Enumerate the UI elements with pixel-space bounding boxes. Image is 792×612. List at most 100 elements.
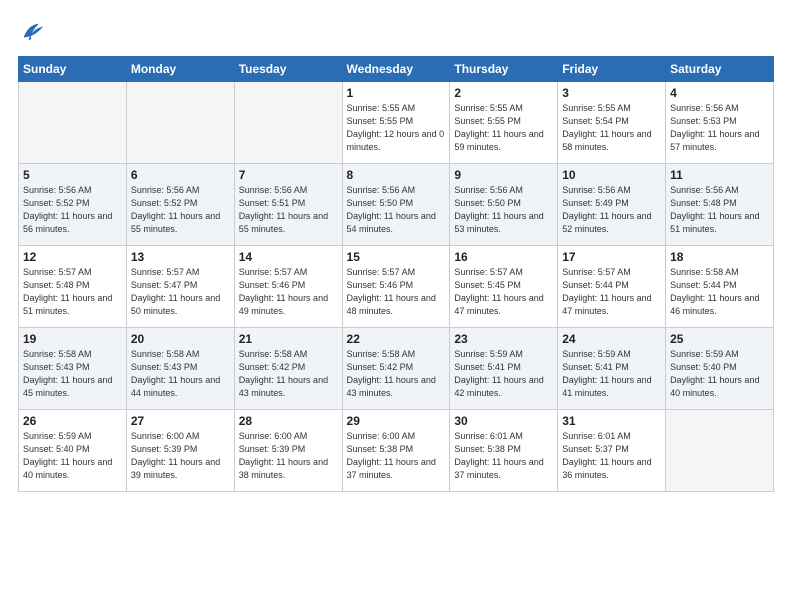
day-info: Sunrise: 5:55 AMSunset: 5:55 PMDaylight:… (347, 102, 446, 154)
day-info: Sunrise: 5:57 AMSunset: 5:47 PMDaylight:… (131, 266, 230, 318)
calendar-cell: 15 Sunrise: 5:57 AMSunset: 5:46 PMDayligh… (342, 246, 450, 328)
day-number: 20 (131, 332, 230, 346)
col-header-thursday: Thursday (450, 57, 558, 82)
calendar-cell: 23 Sunrise: 5:59 AMSunset: 5:41 PMDayligh… (450, 328, 558, 410)
day-number: 29 (347, 414, 446, 428)
day-info: Sunrise: 5:55 AMSunset: 5:54 PMDaylight:… (562, 102, 661, 154)
day-info: Sunrise: 5:59 AMSunset: 5:40 PMDaylight:… (670, 348, 769, 400)
day-number: 25 (670, 332, 769, 346)
calendar-cell: 18 Sunrise: 5:58 AMSunset: 5:44 PMDayligh… (666, 246, 774, 328)
day-info: Sunrise: 5:55 AMSunset: 5:55 PMDaylight:… (454, 102, 553, 154)
day-info: Sunrise: 5:56 AMSunset: 5:48 PMDaylight:… (670, 184, 769, 236)
calendar-cell: 14 Sunrise: 5:57 AMSunset: 5:46 PMDayligh… (234, 246, 342, 328)
calendar-cell: 31Sunrise: 6:01 AMSunset: 5:37 PMDayligh… (558, 410, 666, 492)
day-number: 14 (239, 250, 338, 264)
calendar-cell: 3 Sunrise: 5:55 AMSunset: 5:54 PMDaylight… (558, 82, 666, 164)
day-info: Sunrise: 6:01 AMSunset: 5:37 PMDaylight:… (562, 430, 661, 482)
calendar-cell: 2 Sunrise: 5:55 AMSunset: 5:55 PMDaylight… (450, 82, 558, 164)
calendar-cell: 7 Sunrise: 5:56 AMSunset: 5:51 PMDaylight… (234, 164, 342, 246)
day-info: Sunrise: 5:57 AMSunset: 5:45 PMDaylight:… (454, 266, 553, 318)
day-number: 16 (454, 250, 553, 264)
day-info: Sunrise: 5:59 AMSunset: 5:41 PMDaylight:… (454, 348, 553, 400)
day-info: Sunrise: 5:57 AMSunset: 5:46 PMDaylight:… (347, 266, 446, 318)
calendar-cell: 16 Sunrise: 5:57 AMSunset: 5:45 PMDayligh… (450, 246, 558, 328)
calendar-header-row: SundayMondayTuesdayWednesdayThursdayFrid… (19, 57, 774, 82)
calendar-cell: 9 Sunrise: 5:56 AMSunset: 5:50 PMDaylight… (450, 164, 558, 246)
day-number: 30 (454, 414, 553, 428)
day-info: Sunrise: 5:58 AMSunset: 5:42 PMDaylight:… (347, 348, 446, 400)
page-header (18, 18, 774, 46)
calendar-cell: 24 Sunrise: 5:59 AMSunset: 5:41 PMDayligh… (558, 328, 666, 410)
calendar-cell: 10Sunrise: 5:56 AMSunset: 5:49 PMDayligh… (558, 164, 666, 246)
day-info: Sunrise: 6:00 AMSunset: 5:39 PMDaylight:… (239, 430, 338, 482)
calendar-cell: 29Sunrise: 6:00 AMSunset: 5:38 PMDayligh… (342, 410, 450, 492)
day-info: Sunrise: 5:56 AMSunset: 5:51 PMDaylight:… (239, 184, 338, 236)
day-number: 21 (239, 332, 338, 346)
calendar-cell (19, 82, 127, 164)
day-number: 7 (239, 168, 338, 182)
calendar-week-5: 26 Sunrise: 5:59 AMSunset: 5:40 PMDayligh… (19, 410, 774, 492)
calendar-week-4: 19 Sunrise: 5:58 AMSunset: 5:43 PMDayligh… (19, 328, 774, 410)
day-number: 4 (670, 86, 769, 100)
calendar-cell: 19Sunrise: 5:58 AMSunset: 5:43 PMDayligh… (19, 328, 127, 410)
day-number: 9 (454, 168, 553, 182)
day-number: 26 (23, 414, 122, 428)
calendar-cell (126, 82, 234, 164)
calendar-cell (666, 410, 774, 492)
day-number: 15 (347, 250, 446, 264)
day-number: 3 (562, 86, 661, 100)
calendar-cell: 11 Sunrise: 5:56 AMSunset: 5:48 PMDayligh… (666, 164, 774, 246)
calendar-cell: 22Sunrise: 5:58 AMSunset: 5:42 PMDayligh… (342, 328, 450, 410)
calendar-cell: 6Sunrise: 5:56 AMSunset: 5:52 PMDaylight… (126, 164, 234, 246)
calendar-cell: 12 Sunrise: 5:57 AMSunset: 5:48 PMDayligh… (19, 246, 127, 328)
day-number: 11 (670, 168, 769, 182)
col-header-monday: Monday (126, 57, 234, 82)
day-number: 2 (454, 86, 553, 100)
day-number: 1 (347, 86, 446, 100)
calendar-table: SundayMondayTuesdayWednesdayThursdayFrid… (18, 56, 774, 492)
day-number: 27 (131, 414, 230, 428)
day-info: Sunrise: 6:00 AMSunset: 5:39 PMDaylight:… (131, 430, 230, 482)
day-number: 18 (670, 250, 769, 264)
calendar-cell: 13 Sunrise: 5:57 AMSunset: 5:47 PMDayligh… (126, 246, 234, 328)
day-info: Sunrise: 5:56 AMSunset: 5:53 PMDaylight:… (670, 102, 769, 154)
col-header-saturday: Saturday (666, 57, 774, 82)
day-info: Sunrise: 5:57 AMSunset: 5:46 PMDaylight:… (239, 266, 338, 318)
day-info: Sunrise: 5:59 AMSunset: 5:41 PMDaylight:… (562, 348, 661, 400)
calendar-cell: 1 Sunrise: 5:55 AMSunset: 5:55 PMDaylight… (342, 82, 450, 164)
day-info: Sunrise: 5:59 AMSunset: 5:40 PMDaylight:… (23, 430, 122, 482)
day-number: 23 (454, 332, 553, 346)
day-number: 10 (562, 168, 661, 182)
calendar-cell: 17 Sunrise: 5:57 AMSunset: 5:44 PMDayligh… (558, 246, 666, 328)
col-header-friday: Friday (558, 57, 666, 82)
day-number: 24 (562, 332, 661, 346)
day-number: 13 (131, 250, 230, 264)
day-info: Sunrise: 6:01 AMSunset: 5:38 PMDaylight:… (454, 430, 553, 482)
day-info: Sunrise: 5:56 AMSunset: 5:50 PMDaylight:… (347, 184, 446, 236)
day-number: 8 (347, 168, 446, 182)
day-number: 19 (23, 332, 122, 346)
day-number: 12 (23, 250, 122, 264)
day-info: Sunrise: 5:57 AMSunset: 5:44 PMDaylight:… (562, 266, 661, 318)
calendar-cell: 8 Sunrise: 5:56 AMSunset: 5:50 PMDaylight… (342, 164, 450, 246)
day-info: Sunrise: 5:58 AMSunset: 5:43 PMDaylight:… (131, 348, 230, 400)
day-info: Sunrise: 5:58 AMSunset: 5:44 PMDaylight:… (670, 266, 769, 318)
day-info: Sunrise: 5:57 AMSunset: 5:48 PMDaylight:… (23, 266, 122, 318)
calendar-cell: 27 Sunrise: 6:00 AMSunset: 5:39 PMDayligh… (126, 410, 234, 492)
col-header-sunday: Sunday (19, 57, 127, 82)
day-number: 5 (23, 168, 122, 182)
day-number: 17 (562, 250, 661, 264)
logo-icon (18, 18, 46, 46)
calendar-week-1: 1 Sunrise: 5:55 AMSunset: 5:55 PMDaylight… (19, 82, 774, 164)
calendar-cell: 26 Sunrise: 5:59 AMSunset: 5:40 PMDayligh… (19, 410, 127, 492)
day-info: Sunrise: 5:56 AMSunset: 5:52 PMDaylight:… (131, 184, 230, 236)
calendar-cell (234, 82, 342, 164)
calendar-cell: 21Sunrise: 5:58 AMSunset: 5:42 PMDayligh… (234, 328, 342, 410)
calendar-cell: 30 Sunrise: 6:01 AMSunset: 5:38 PMDayligh… (450, 410, 558, 492)
col-header-wednesday: Wednesday (342, 57, 450, 82)
logo (18, 18, 50, 46)
day-info: Sunrise: 5:56 AMSunset: 5:50 PMDaylight:… (454, 184, 553, 236)
calendar-cell: 4 Sunrise: 5:56 AMSunset: 5:53 PMDaylight… (666, 82, 774, 164)
calendar-week-3: 12 Sunrise: 5:57 AMSunset: 5:48 PMDayligh… (19, 246, 774, 328)
calendar-cell: 28Sunrise: 6:00 AMSunset: 5:39 PMDayligh… (234, 410, 342, 492)
